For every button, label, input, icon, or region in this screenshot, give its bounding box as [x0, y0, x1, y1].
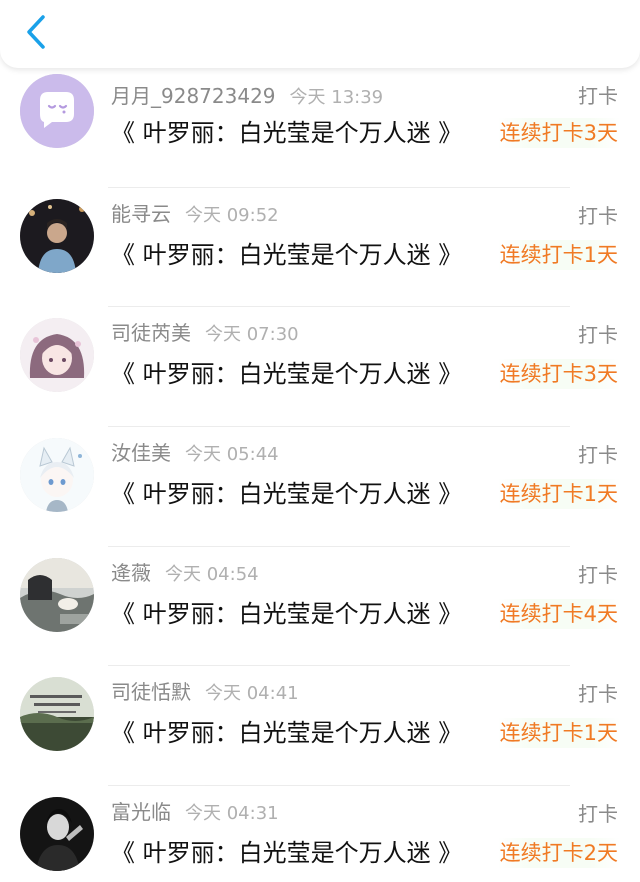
user-name[interactable]: 富光临: [111, 800, 171, 824]
user-name[interactable]: 司徒芮美: [111, 321, 191, 345]
user-meta: 月月_928723429 今天 13:39: [111, 84, 383, 110]
list-item[interactable]: 月月_928723429 今天 13:39 《 叶罗丽：白光莹是个万人迷 》 打卡…: [0, 68, 640, 188]
streak-badge: 连续打卡1天: [497, 479, 620, 510]
user-meta: 逄薇 今天 04:54: [111, 561, 259, 587]
avatar[interactable]: [20, 438, 94, 513]
user-name[interactable]: 月月_928723429: [111, 84, 276, 108]
post-time: 今天 04:41: [205, 683, 299, 705]
user-meta: 司徒芮美 今天 07:30: [111, 321, 299, 347]
streak-badge: 连续打卡4天: [497, 598, 620, 629]
user-name[interactable]: 逄薇: [111, 561, 151, 585]
post-time: 今天 13:39: [289, 87, 384, 108]
checkin-button[interactable]: 打卡: [578, 563, 618, 587]
top-bar: [0, 0, 640, 68]
user-name[interactable]: 司徒恬默: [111, 680, 191, 704]
user-meta: 富光临 今天 04:31: [111, 800, 279, 826]
post-time: 今天 09:52: [185, 204, 279, 226]
avatar[interactable]: [20, 74, 94, 148]
checkin-button[interactable]: 打卡: [578, 323, 618, 347]
checkin-button[interactable]: 打卡: [578, 682, 618, 706]
checkin-button[interactable]: 打卡: [578, 443, 618, 467]
book-title[interactable]: 《 叶罗丽：白光莹是个万人迷 》: [111, 479, 462, 509]
user-name[interactable]: 能寻云: [111, 202, 171, 226]
post-time: 今天 04:54: [165, 563, 259, 585]
avatar[interactable]: [20, 198, 94, 273]
user-name[interactable]: 汝佳美: [111, 441, 171, 465]
book-title[interactable]: 《 叶罗丽：白光莹是个万人迷 》: [111, 359, 462, 389]
avatar[interactable]: [20, 797, 94, 872]
book-title[interactable]: 《 叶罗丽：白光莹是个万人迷 》: [111, 838, 462, 868]
streak-badge: 连续打卡1天: [497, 239, 620, 270]
streak-badge: 连续打卡2天: [497, 838, 620, 869]
post-time: 今天 05:44: [185, 444, 279, 466]
checkin-feed-screen: 月月_928723429 今天 13:39 《 叶罗丽：白光莹是个万人迷 》 打卡…: [0, 0, 640, 882]
streak-badge: 连续打卡1天: [497, 718, 620, 749]
list-item[interactable]: 富光临 今天 04:31 《 叶罗丽：白光莹是个万人迷 》 打卡 连续打卡2天: [0, 786, 640, 882]
streak-badge: 连续打卡3天: [497, 359, 620, 390]
checkin-list: 月月_928723429 今天 13:39 《 叶罗丽：白光莹是个万人迷 》 打卡…: [0, 68, 640, 882]
list-item[interactable]: 能寻云 今天 09:52 《 叶罗丽：白光莹是个万人迷 》 打卡 连续打卡1天: [0, 188, 640, 308]
book-title[interactable]: 《 叶罗丽：白光莹是个万人迷 》: [111, 118, 462, 148]
list-item[interactable]: 司徒恬默 今天 04:41 《 叶罗丽：白光莹是个万人迷 》 打卡 连续打卡1天: [0, 666, 640, 787]
checkin-button[interactable]: 打卡: [578, 204, 618, 228]
chevron-left-icon: [25, 14, 47, 54]
back-button[interactable]: [14, 12, 58, 56]
book-title[interactable]: 《 叶罗丽：白光莹是个万人迷 》: [111, 599, 462, 629]
post-time: 今天 04:31: [185, 803, 279, 825]
list-item[interactable]: 司徒芮美 今天 07:30 《 叶罗丽：白光莹是个万人迷 》 打卡 连续打卡3天: [0, 307, 640, 428]
book-title[interactable]: 《 叶罗丽：白光莹是个万人迷 》: [111, 718, 462, 748]
post-time: 今天 07:30: [205, 324, 299, 346]
streak-badge: 连续打卡3天: [497, 118, 620, 148]
book-title[interactable]: 《 叶罗丽：白光莹是个万人迷 》: [111, 240, 462, 270]
list-item[interactable]: 汝佳美 今天 05:44 《 叶罗丽：白光莹是个万人迷 》 打卡 连续打卡1天: [0, 427, 640, 547]
avatar[interactable]: [20, 318, 94, 393]
checkin-button[interactable]: 打卡: [578, 802, 618, 826]
checkin-button[interactable]: 打卡: [578, 84, 618, 108]
avatar[interactable]: [20, 557, 94, 632]
list-item[interactable]: 逄薇 今天 04:54 《 叶罗丽：白光莹是个万人迷 》 打卡 连续打卡4天: [0, 547, 640, 667]
user-meta: 能寻云 今天 09:52: [111, 202, 279, 228]
avatar[interactable]: [20, 677, 94, 752]
user-meta: 汝佳美 今天 05:44: [111, 441, 279, 467]
user-meta: 司徒恬默 今天 04:41: [111, 680, 299, 706]
